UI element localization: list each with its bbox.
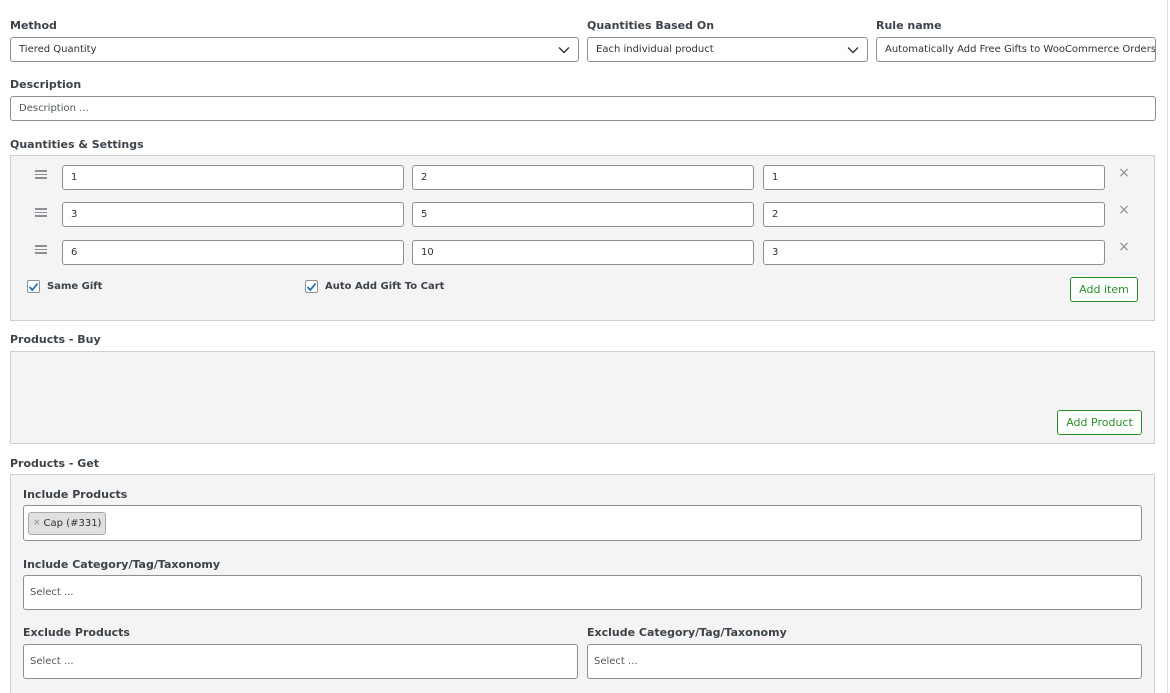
exclude-products-select[interactable]: Select ... <box>23 644 578 679</box>
selected-product-tag: × Cap (#331) <box>28 511 107 535</box>
same-gift-checkbox[interactable] <box>27 280 40 293</box>
remove-row-icon[interactable]: × <box>1118 203 1130 217</box>
remove-row-icon[interactable]: × <box>1118 166 1130 180</box>
tier-gift-qty-input[interactable]: 3 <box>763 240 1105 265</box>
method-label: Method <box>10 19 57 32</box>
include-products-input[interactable]: × Cap (#331) <box>23 505 1142 541</box>
chevron-down-icon <box>847 46 859 53</box>
products-get-label: Products - Get <box>10 457 100 470</box>
exclude-category-placeholder: Select ... <box>594 656 638 667</box>
tier-gift-qty-value: 1 <box>772 172 779 183</box>
method-select[interactable]: Tiered Quantity <box>10 37 579 62</box>
tier-from-input[interactable]: 3 <box>62 202 404 227</box>
remove-row-icon[interactable]: × <box>1118 240 1130 254</box>
include-category-label: Include Category/Tag/Taxonomy <box>23 558 221 571</box>
tier-to-value: 2 <box>421 172 428 183</box>
description-placeholder: Description ... <box>19 103 89 114</box>
tier-from-input[interactable]: 1 <box>62 165 404 190</box>
exclude-products-label: Exclude Products <box>23 626 130 639</box>
method-select-value: Tiered Quantity <box>19 44 97 55</box>
tier-to-input[interactable]: 10 <box>412 240 754 265</box>
drag-handle-icon[interactable] <box>35 170 47 179</box>
products-buy-panel <box>10 351 1155 444</box>
quantities-based-on-value: Each individual product <box>596 44 714 55</box>
quantities-based-on-label: Quantities Based On <box>587 19 715 32</box>
chevron-down-icon <box>558 46 570 53</box>
description-input[interactable]: Description ... <box>10 96 1156 121</box>
tier-gift-qty-value: 3 <box>772 247 779 258</box>
tier-from-value: 1 <box>71 172 78 183</box>
description-label: Description <box>10 78 82 91</box>
page-right-border <box>1167 0 1168 693</box>
tier-to-input[interactable]: 5 <box>412 202 754 227</box>
tier-to-value: 5 <box>421 209 428 220</box>
tier-to-value: 10 <box>421 247 434 258</box>
drag-handle-icon[interactable] <box>35 208 47 217</box>
rule-name-input[interactable]: Automatically Add Free Gifts to WooComme… <box>876 37 1156 62</box>
tier-to-input[interactable]: 2 <box>412 165 754 190</box>
drag-handle-icon[interactable] <box>35 245 47 254</box>
tier-from-value: 3 <box>71 209 78 220</box>
exclude-products-placeholder: Select ... <box>30 656 74 667</box>
tier-from-input[interactable]: 6 <box>62 240 404 265</box>
tier-from-value: 6 <box>71 247 78 258</box>
auto-add-gift-checkbox[interactable] <box>305 280 318 293</box>
add-product-button[interactable]: Add Product <box>1057 410 1142 435</box>
quantities-settings-label: Quantities & Settings <box>10 138 144 151</box>
exclude-category-select[interactable]: Select ... <box>587 644 1142 679</box>
tier-gift-qty-value: 2 <box>772 209 779 220</box>
auto-add-gift-label: Auto Add Gift To Cart <box>325 281 445 292</box>
rule-name-value: Automatically Add Free Gifts to WooComme… <box>885 44 1156 55</box>
products-buy-label: Products - Buy <box>10 333 101 346</box>
quantities-based-on-select[interactable]: Each individual product <box>587 37 868 62</box>
tag-remove-icon[interactable]: × <box>33 518 41 528</box>
include-products-label: Include Products <box>23 488 128 501</box>
tier-gift-qty-input[interactable]: 2 <box>763 202 1105 227</box>
add-item-button[interactable]: Add item <box>1070 277 1138 302</box>
include-category-placeholder: Select ... <box>30 587 74 598</box>
checkmark-icon <box>28 282 39 291</box>
tier-gift-qty-input[interactable]: 1 <box>763 165 1105 190</box>
include-category-select[interactable]: Select ... <box>23 575 1142 610</box>
rule-name-label: Rule name <box>876 19 942 32</box>
exclude-category-label: Exclude Category/Tag/Taxonomy <box>587 626 787 639</box>
same-gift-label: Same Gift <box>47 281 103 292</box>
checkmark-icon <box>306 282 317 291</box>
tag-text: Cap (#331) <box>43 517 102 529</box>
